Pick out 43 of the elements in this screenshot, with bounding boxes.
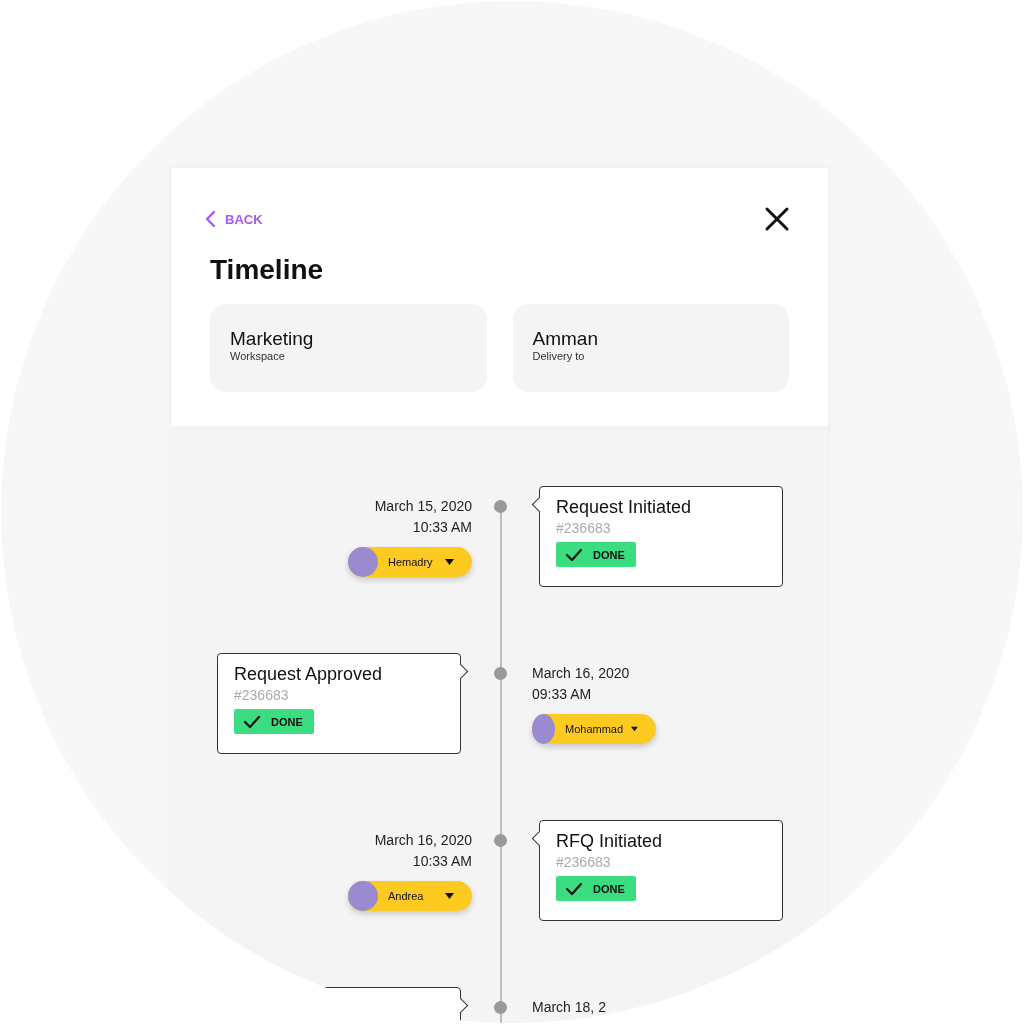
avatar bbox=[348, 881, 378, 911]
check-icon bbox=[565, 547, 583, 562]
avatar bbox=[532, 714, 555, 744]
assignee-dropdown[interactable]: Mohammad bbox=[532, 714, 656, 744]
event-time: 10:33 AM bbox=[412, 852, 472, 871]
timeline-dot bbox=[493, 667, 507, 680]
caret-icon bbox=[445, 893, 454, 899]
timeline-dot bbox=[493, 1001, 507, 1014]
back-link[interactable]: BACK bbox=[204, 210, 263, 228]
info-value: Marketing bbox=[230, 328, 314, 350]
event-title: Request Approved bbox=[234, 663, 383, 685]
event-time: 09:33 AM bbox=[532, 685, 592, 704]
info-label: Delivery to bbox=[532, 350, 585, 362]
event-card[interactable]: RFQ Initiated #236683 DONE bbox=[530, 820, 783, 921]
event-date: March 15, 2020 bbox=[374, 497, 472, 516]
timeline-dot bbox=[493, 500, 507, 513]
info-value: Amman bbox=[532, 328, 598, 350]
avatar bbox=[348, 547, 378, 577]
event-number: #236683 bbox=[556, 853, 611, 872]
caret-icon bbox=[631, 726, 638, 732]
chevron-left-icon bbox=[204, 210, 216, 228]
check-icon bbox=[565, 881, 583, 896]
assignee-dropdown[interactable]: Andrea bbox=[348, 881, 472, 911]
event-number: #236683 bbox=[556, 519, 611, 538]
event-number: #236683 bbox=[234, 686, 289, 705]
caret-icon bbox=[445, 559, 454, 565]
event-card[interactable]: Request Approved #236683 DONE bbox=[217, 653, 470, 754]
event-card[interactable]: Request Initiated #236683 DONE bbox=[530, 486, 783, 587]
check-icon bbox=[243, 714, 261, 729]
event-date: March 16, 2020 bbox=[374, 831, 472, 850]
close-icon[interactable] bbox=[764, 206, 790, 232]
event-title: RFQ Initiated bbox=[556, 830, 663, 852]
event-title: Request Initiated bbox=[556, 496, 692, 518]
event-time: 10:33 AM bbox=[412, 518, 472, 537]
event-date: March 18, 2 bbox=[532, 998, 606, 1017]
event-date: March 16, 2020 bbox=[532, 664, 630, 683]
status-label: DONE bbox=[593, 882, 625, 895]
page-title: Timeline bbox=[210, 254, 325, 286]
timeline-dot bbox=[493, 834, 507, 847]
status-label: DONE bbox=[593, 548, 625, 561]
status-label: DONE bbox=[271, 715, 303, 728]
assignee-dropdown[interactable]: Hemadry bbox=[348, 547, 472, 577]
info-label: Workspace bbox=[230, 350, 285, 362]
